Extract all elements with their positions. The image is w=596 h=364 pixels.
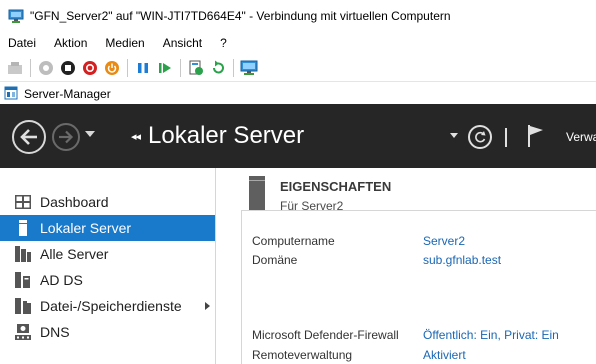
start-icon[interactable] <box>36 58 56 78</box>
stop-icon[interactable] <box>58 58 78 78</box>
chevron-right-icon[interactable] <box>205 302 210 310</box>
property-label: Microsoft Defender-Firewall <box>252 328 399 342</box>
menu-bar: Datei Aktion Medien Ansicht ? <box>0 32 596 54</box>
pause-icon[interactable] <box>133 58 153 78</box>
sidebar-item-label: Alle Server <box>40 246 109 262</box>
property-value-firewall[interactable]: Öffentlich: Ein, Privat: Ein <box>423 328 559 342</box>
arrow-left-icon <box>20 129 37 145</box>
notifications-flag-icon[interactable] <box>527 124 545 151</box>
sidebar-item-label: AD DS <box>40 272 83 288</box>
window-title: "GFN_Server2" auf "WIN-JTI7TD664E4" - Ve… <box>30 9 451 23</box>
forward-button[interactable] <box>52 123 80 151</box>
back-button[interactable] <box>12 120 46 154</box>
page-title: ◂◂ Lokaler Server <box>131 122 304 150</box>
vm-connection-icon <box>8 8 24 24</box>
property-value-remote-management[interactable]: Aktiviert <box>423 348 466 362</box>
properties-header: EIGENSCHAFTEN Für Server2 <box>249 176 391 213</box>
sidebar-item-dns[interactable]: DNS <box>0 319 215 345</box>
history-dropdown-icon[interactable] <box>85 131 95 137</box>
sidebar-item-alle-server[interactable]: Alle Server <box>0 241 215 267</box>
file-storage-icon <box>14 298 32 314</box>
server-manager-caption: Server-Manager <box>0 84 596 104</box>
app-header: ◂◂ Lokaler Server Verwa <box>0 104 596 168</box>
dashboard-icon <box>14 194 32 210</box>
revert-icon[interactable] <box>208 58 228 78</box>
menu-ansicht[interactable]: Ansicht <box>163 36 202 50</box>
server-icon <box>14 220 32 236</box>
toolbar-separator <box>127 58 128 77</box>
enhanced-session-icon[interactable] <box>239 58 259 78</box>
toolbar <box>0 54 596 82</box>
shutdown-icon[interactable] <box>80 58 100 78</box>
arrow-right-icon <box>59 130 74 144</box>
sidebar-item-lokaler-server[interactable]: Lokaler Server <box>0 215 215 241</box>
servers-icon <box>14 246 32 262</box>
manage-menu[interactable]: Verwa <box>566 130 596 144</box>
main-content: EIGENSCHAFTEN Für Server2 Computername S… <box>217 168 596 364</box>
sidebar: Dashboard Lokaler Server Alle Server AD … <box>0 168 216 364</box>
sidebar-item-label: Dashboard <box>40 194 109 210</box>
sidebar-item-ad-ds[interactable]: AD DS <box>0 267 215 293</box>
refresh-icon <box>475 131 486 143</box>
toolbar-separator <box>30 58 31 77</box>
properties-title: EIGENSCHAFTEN <box>280 179 392 194</box>
sidebar-item-datei-speicherdienste[interactable]: Datei-/Speicherdienste <box>0 293 215 319</box>
toolbar-separator <box>180 58 181 77</box>
server-manager-icon <box>4 86 18 103</box>
menu-aktion[interactable]: Aktion <box>54 36 87 50</box>
header-dropdown-icon[interactable] <box>450 133 458 138</box>
sidebar-item-label: DNS <box>40 324 70 340</box>
dns-icon <box>14 324 32 340</box>
sidebar-item-dashboard[interactable]: Dashboard <box>0 189 215 215</box>
resume-icon[interactable] <box>155 58 175 78</box>
toolbar-separator <box>233 58 234 77</box>
property-value-domain[interactable]: sub.gfnlab.test <box>423 253 501 267</box>
refresh-button[interactable] <box>468 125 492 149</box>
sidebar-item-label: Lokaler Server <box>40 220 132 236</box>
title-bar: "GFN_Server2" auf "WIN-JTI7TD664E4" - Ve… <box>0 0 596 32</box>
property-label: Computername <box>252 234 335 248</box>
breadcrumb-chevron-icon: ◂◂ <box>131 130 141 143</box>
page-title-text: Lokaler Server <box>148 122 305 149</box>
power-icon[interactable] <box>102 58 122 78</box>
property-label: Domäne <box>252 253 298 267</box>
checkpoint-icon[interactable] <box>186 58 206 78</box>
properties-server-icon <box>249 176 265 210</box>
server-manager-title: Server-Manager <box>24 87 111 101</box>
property-value-computername[interactable]: Server2 <box>423 234 465 248</box>
menu-datei[interactable]: Datei <box>8 36 36 50</box>
ad-ds-icon <box>14 272 32 288</box>
menu-help[interactable]: ? <box>220 36 227 50</box>
ctrl-alt-del-icon[interactable] <box>5 58 25 78</box>
menu-medien[interactable]: Medien <box>105 36 144 50</box>
sidebar-item-label: Datei-/Speicherdienste <box>40 298 182 314</box>
header-divider <box>505 128 507 147</box>
property-label: Remoteverwaltung <box>252 348 353 362</box>
properties-panel: Computername Server2 Domäne sub.gfnlab.t… <box>241 210 596 364</box>
